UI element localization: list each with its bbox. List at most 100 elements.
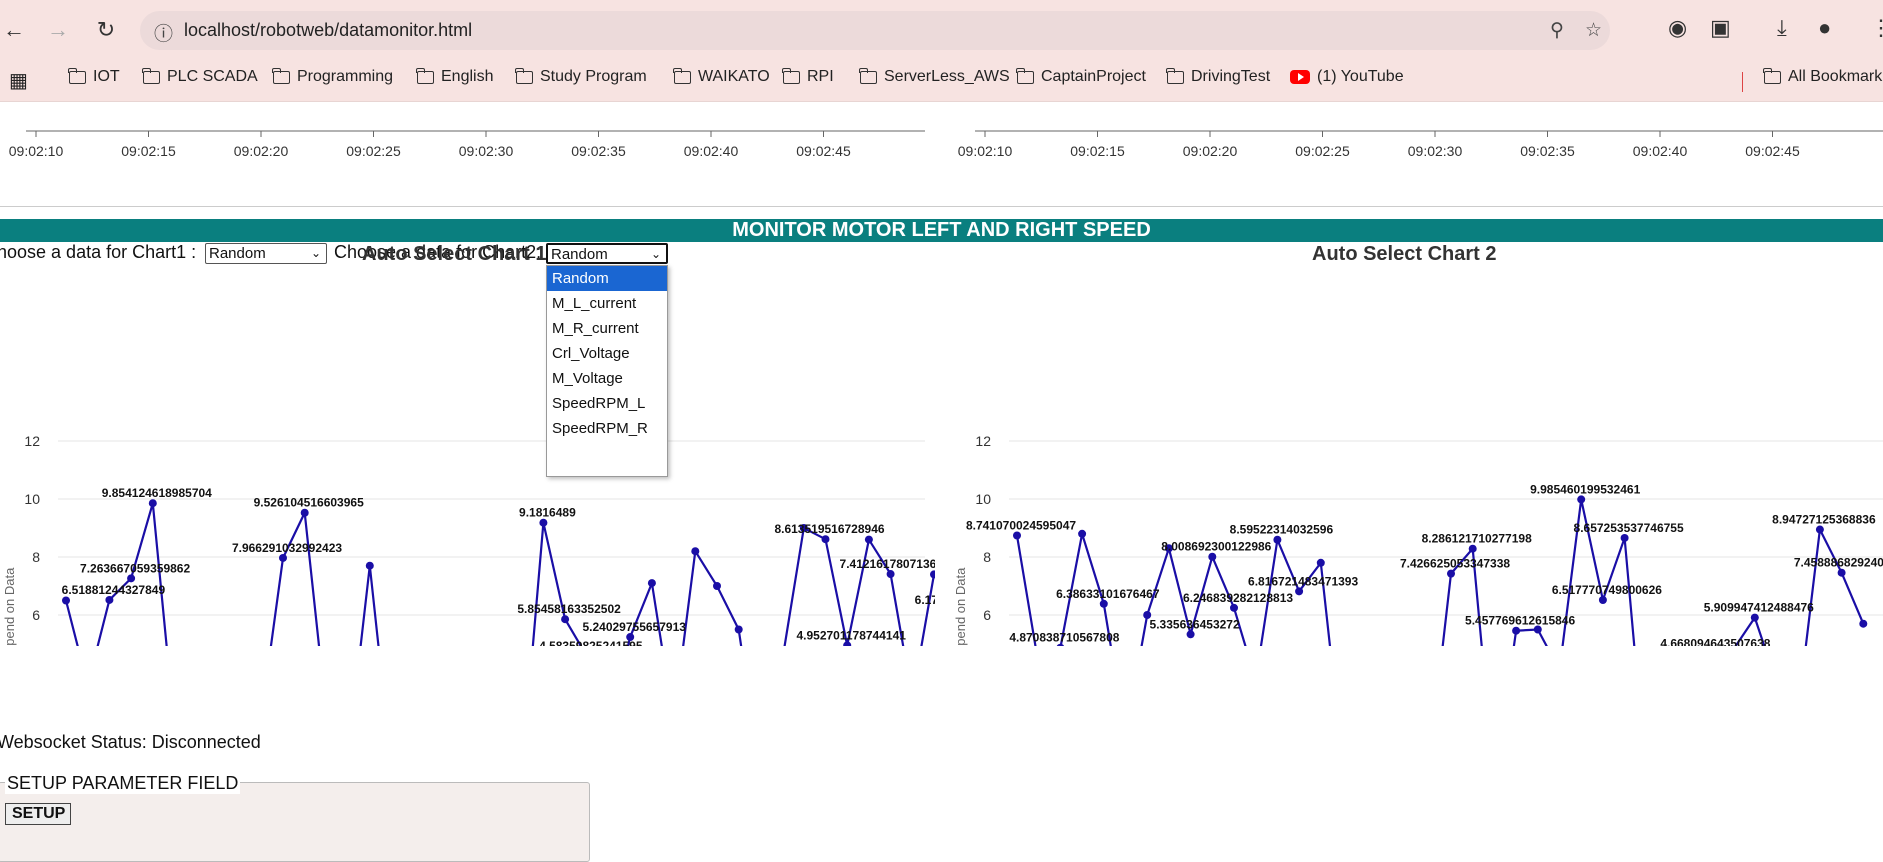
folder-icon bbox=[516, 71, 533, 84]
folder-icon bbox=[674, 71, 691, 84]
bookmark-youtube[interactable]: (1) YouTube bbox=[1290, 68, 1404, 86]
data-point bbox=[1100, 600, 1108, 608]
puzzle-icon[interactable]: ▣ bbox=[1710, 15, 1731, 41]
divider bbox=[0, 206, 1883, 207]
top-axis-tick-label: 09:02:25 bbox=[1295, 143, 1350, 159]
data-point bbox=[1078, 530, 1086, 538]
data-label: 6.179330084882 bbox=[915, 593, 935, 607]
chart1-select[interactable]: Random ⌄ bbox=[205, 243, 327, 264]
data-point bbox=[1838, 569, 1846, 577]
setup-legend: SETUP PARAMETER FIELD bbox=[5, 773, 240, 794]
data-point bbox=[1295, 587, 1303, 595]
top-axis-tick-label: 09:02:45 bbox=[796, 143, 851, 159]
bookmark-programming[interactable]: Programming bbox=[273, 68, 393, 86]
data-label: 9.854124618985704 bbox=[102, 486, 212, 500]
bookmark-label: Programming bbox=[297, 68, 393, 86]
dropdown-option-crl-voltage[interactable]: Crl_Voltage bbox=[547, 341, 667, 366]
data-label: 8.008692300122986 bbox=[1161, 540, 1271, 554]
bookmark-rpi[interactable]: RPI bbox=[783, 68, 834, 86]
data-label: 4.58359825241595 bbox=[539, 639, 643, 646]
data-label: 7.412161780713687 bbox=[840, 557, 935, 571]
dropdown-option-speedrpm-r[interactable]: SpeedRPM_R bbox=[547, 416, 667, 441]
folder-icon bbox=[783, 71, 800, 84]
data-point bbox=[1273, 536, 1281, 544]
y-tick-label: 6 bbox=[983, 607, 991, 623]
bookmark-label: All Bookmark bbox=[1788, 68, 1882, 86]
apps-icon[interactable]: ▦ bbox=[9, 68, 28, 93]
chart1-select-label: hoose a data for Chart1 : bbox=[0, 242, 196, 263]
bookmark-waikato[interactable]: WAIKATO bbox=[674, 68, 770, 86]
bookmark-english[interactable]: English bbox=[417, 68, 493, 86]
data-point bbox=[1230, 604, 1238, 612]
bookmark-label: IOT bbox=[93, 68, 120, 86]
data-point bbox=[865, 536, 873, 544]
data-label: 8.657253537746755 bbox=[1574, 521, 1684, 535]
folder-icon bbox=[69, 71, 86, 84]
bookmark-drivingtest[interactable]: DrivingTest bbox=[1167, 68, 1270, 86]
bookmark-serverless-aws[interactable]: ServerLess_AWS bbox=[860, 68, 1010, 86]
zoom-icon[interactable]: ⚲ bbox=[1550, 19, 1564, 42]
bookmark-study-program[interactable]: Study Program bbox=[516, 68, 647, 86]
data-label: 7.263667059359862 bbox=[80, 561, 190, 575]
data-point bbox=[561, 615, 569, 623]
bookmark-label: WAIKATO bbox=[698, 68, 770, 86]
y-tick-label: 8 bbox=[32, 549, 40, 565]
data-label: 8.286121710277198 bbox=[1422, 532, 1532, 546]
chart2-select[interactable]: Random⌄ bbox=[546, 243, 668, 264]
data-point bbox=[1208, 553, 1216, 561]
top-axis-tick-label: 09:02:30 bbox=[459, 143, 514, 159]
folder-icon bbox=[1167, 71, 1184, 84]
data-label: 6.51881244327849 bbox=[62, 583, 166, 597]
data-point bbox=[1577, 495, 1585, 503]
setup-button[interactable]: SETUP bbox=[5, 803, 71, 825]
y-axis-label: Depend on Data bbox=[953, 567, 968, 646]
data-label: 4.952701178744141 bbox=[796, 628, 906, 642]
setup-parameter-field: SETUP PARAMETER FIELD SETUP bbox=[0, 782, 590, 862]
data-point bbox=[1187, 630, 1195, 638]
address-bar[interactable]: ⓘ localhost/robotweb/datamonitor.html ⚲ … bbox=[140, 11, 1610, 50]
data-label: 5.457769612615846 bbox=[1465, 614, 1575, 628]
data-label: 8.59522314032596 bbox=[1230, 523, 1334, 537]
bookmark-label: Study Program bbox=[540, 68, 647, 86]
data-label: 4.870838710567808 bbox=[1009, 631, 1119, 645]
browser-toolbar: ← → ↻ ⓘ localhost/robotweb/datamonitor.h… bbox=[0, 0, 1883, 60]
chart1: 024681012Depend on Data09:02:1009:02:150… bbox=[0, 266, 935, 646]
chart2-select-value: Random bbox=[551, 246, 608, 263]
folder-icon bbox=[417, 71, 434, 84]
extension-icon[interactable]: ◉ bbox=[1668, 15, 1687, 41]
download-icon[interactable]: ⤓ bbox=[1777, 15, 1787, 41]
forward-icon[interactable]: → bbox=[44, 16, 72, 44]
dropdown-option-m-l-current[interactable]: M_L_current bbox=[547, 291, 667, 316]
menu-icon[interactable]: ⋮ bbox=[1870, 15, 1883, 41]
data-point bbox=[1013, 532, 1021, 540]
top-axis-tick-label: 09:02:10 bbox=[958, 143, 1013, 159]
dropdown-option-speedrpm-l[interactable]: SpeedRPM_L bbox=[547, 391, 667, 416]
top-axis-tick-label: 09:02:35 bbox=[1520, 143, 1575, 159]
dropdown-option-m-r-current[interactable]: M_R_current bbox=[547, 316, 667, 341]
chart1-select-value: Random bbox=[209, 245, 266, 262]
data-label: 9.526104516603965 bbox=[254, 496, 364, 510]
data-label: 5.85458163352502 bbox=[517, 602, 621, 616]
back-icon[interactable]: ← bbox=[0, 16, 28, 44]
top-axis-tick-label: 09:02:20 bbox=[234, 143, 289, 159]
avatar[interactable]: ● bbox=[1818, 15, 1831, 41]
reload-icon[interactable]: ↻ bbox=[92, 16, 120, 44]
star-icon[interactable]: ☆ bbox=[1585, 19, 1602, 42]
bookmark-all-bookmarks[interactable]: All Bookmark bbox=[1764, 68, 1882, 86]
data-label: 9.985460199532461 bbox=[1530, 482, 1640, 496]
chart2-dropdown-list: Random M_L_current M_R_current Crl_Volta… bbox=[546, 265, 668, 477]
bookmarks-bar: ▦ IOT PLC SCADA Programming English Stud… bbox=[0, 60, 1883, 102]
data-point bbox=[1859, 620, 1867, 628]
dropdown-option-m-voltage[interactable]: M_Voltage bbox=[547, 366, 667, 391]
top-axis-tick-label: 09:02:30 bbox=[1408, 143, 1463, 159]
bookmark-captainproject[interactable]: CaptainProject bbox=[1017, 68, 1146, 86]
chevron-down-icon: ⌄ bbox=[311, 244, 321, 263]
bookmark-iot[interactable]: IOT bbox=[69, 68, 120, 86]
site-info-icon[interactable]: ⓘ bbox=[154, 19, 173, 46]
data-label: 8.94727125368836 bbox=[1772, 513, 1876, 527]
folder-icon bbox=[143, 71, 160, 84]
bookmark-plc-scada[interactable]: PLC SCADA bbox=[143, 68, 258, 86]
folder-icon bbox=[273, 71, 290, 84]
dropdown-option-random[interactable]: Random bbox=[547, 266, 667, 291]
data-label: 5.909947412488476 bbox=[1704, 601, 1814, 615]
